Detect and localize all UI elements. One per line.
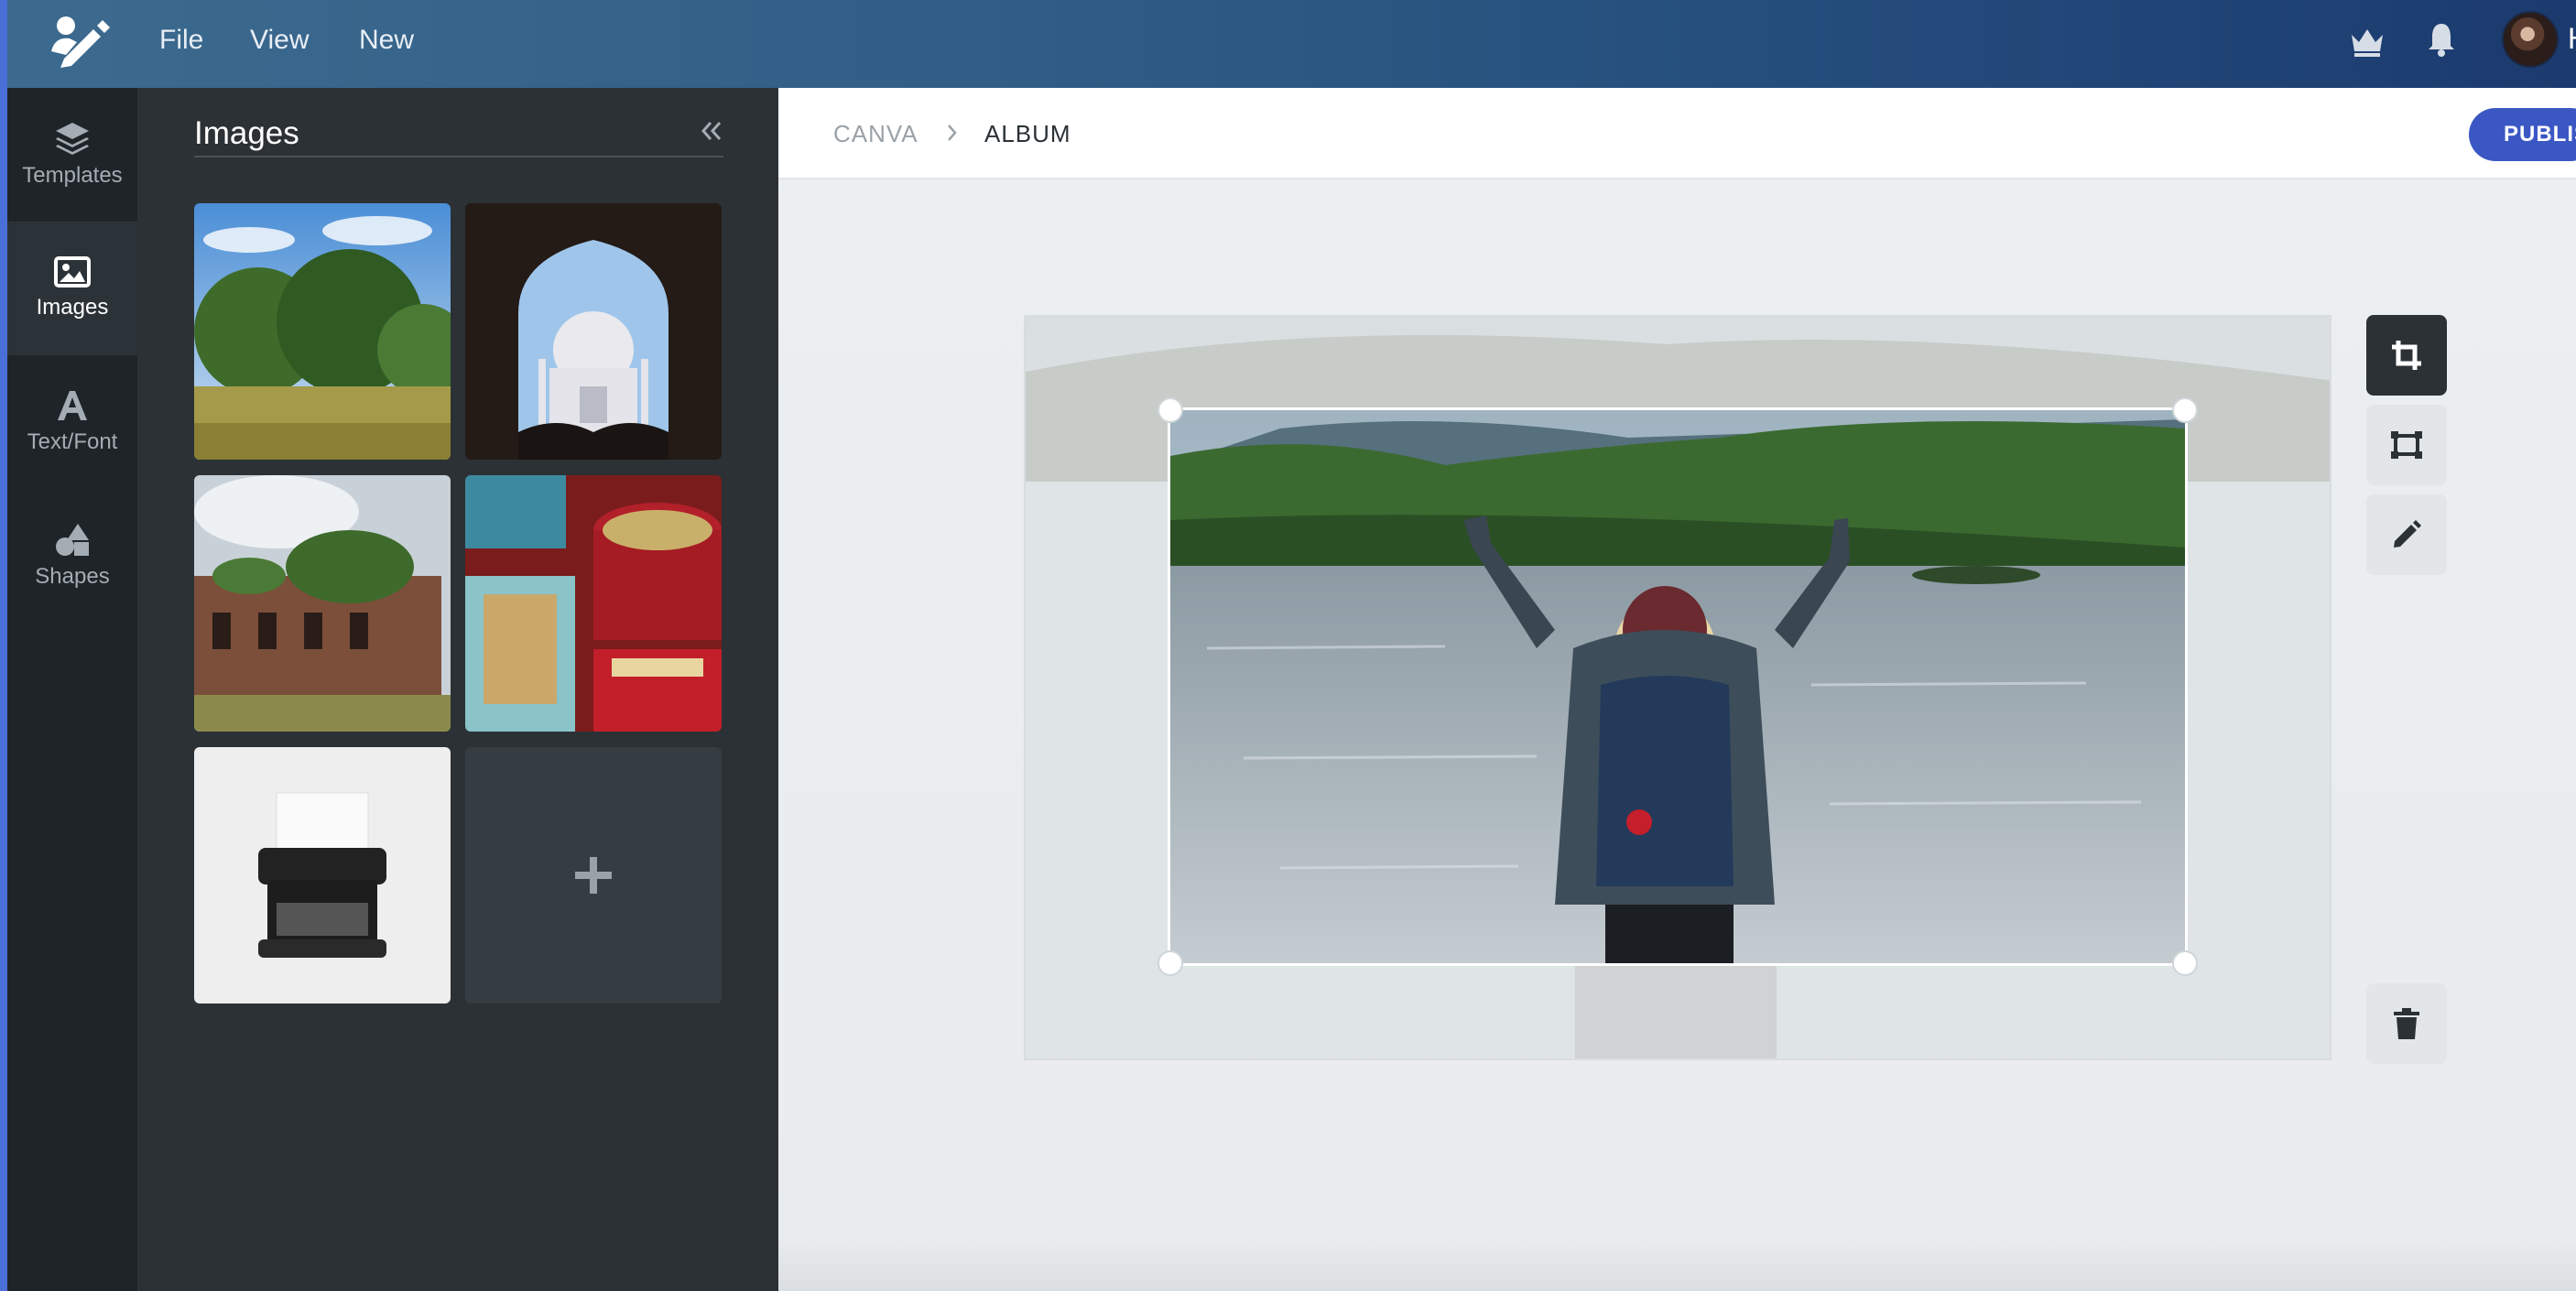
image-thumb-tins[interactable]	[465, 475, 722, 732]
breadcrumb-root[interactable]: CANVA	[833, 119, 918, 148]
chevron-right-icon	[948, 125, 957, 141]
rail-item-shapes[interactable]: Shapes	[7, 489, 137, 623]
menu-new[interactable]: New	[359, 22, 414, 59]
rail-item-templates[interactable]: Templates	[7, 88, 137, 222]
publish-button[interactable]: PUBLIS	[2469, 108, 2576, 161]
resize-handle-top-left[interactable]	[1158, 397, 1183, 423]
selected-canvas-image[interactable]	[1168, 407, 2188, 966]
breadcrumb-current: ALBUM	[984, 120, 1071, 147]
double-chevron-left-icon[interactable]	[698, 117, 725, 145]
image-thumb-typewriter[interactable]	[194, 747, 451, 1004]
pencil-icon	[2394, 520, 2421, 548]
layers-icon	[56, 123, 89, 155]
panel-title: Images	[194, 115, 299, 151]
plus-icon	[575, 857, 612, 894]
user-name-initial[interactable]: H	[2568, 20, 2576, 57]
crop-button[interactable]	[2366, 315, 2447, 396]
crown-icon[interactable]	[2348, 22, 2386, 60]
rail-item-images[interactable]: Images	[7, 222, 137, 355]
workspace: CANVA ALBUM PUBLIS	[778, 88, 2576, 1291]
rail-label-images: Images	[36, 295, 109, 320]
shapes-icon	[56, 524, 89, 556]
resize-handle-top-right[interactable]	[2172, 397, 2198, 423]
workspace-bottom-edge	[778, 1236, 2576, 1291]
bell-icon[interactable]	[2426, 20, 2457, 59]
breadcrumb: CANVA ALBUM PUBLIS	[778, 88, 2576, 179]
resize-handle-bottom-right[interactable]	[2172, 950, 2198, 976]
pen-user-logo-icon[interactable]	[46, 11, 110, 73]
trash-icon	[2394, 1008, 2419, 1039]
resize-frame-button[interactable]	[2366, 405, 2447, 485]
rail-label-shapes: Shapes	[35, 564, 110, 589]
image-thumb-taj-mahal[interactable]	[465, 203, 722, 460]
crop-icon	[2392, 341, 2421, 370]
tool-rail: Templates Images Text/Font Shapes	[0, 88, 137, 1291]
panel-divider	[194, 156, 723, 157]
menu-file[interactable]: File	[159, 22, 203, 59]
delete-button[interactable]	[2366, 983, 2447, 1064]
image-thumb-ruins[interactable]	[194, 475, 451, 732]
image-icon	[54, 256, 91, 287]
rail-label-templates: Templates	[22, 163, 123, 188]
avatar[interactable]	[2502, 11, 2559, 68]
rail-item-text[interactable]: Text/Font	[7, 355, 137, 489]
menu-view[interactable]: View	[250, 22, 309, 59]
top-bar: File View New H	[0, 0, 2576, 88]
rail-label-text: Text/Font	[27, 429, 118, 454]
resize-frame-icon	[2391, 431, 2422, 459]
add-image-button[interactable]	[465, 747, 722, 1004]
letter-a-icon	[58, 391, 87, 420]
edit-button[interactable]	[2366, 494, 2447, 575]
image-thumb-forest[interactable]	[194, 203, 451, 460]
resize-handle-bottom-left[interactable]	[1158, 950, 1183, 976]
